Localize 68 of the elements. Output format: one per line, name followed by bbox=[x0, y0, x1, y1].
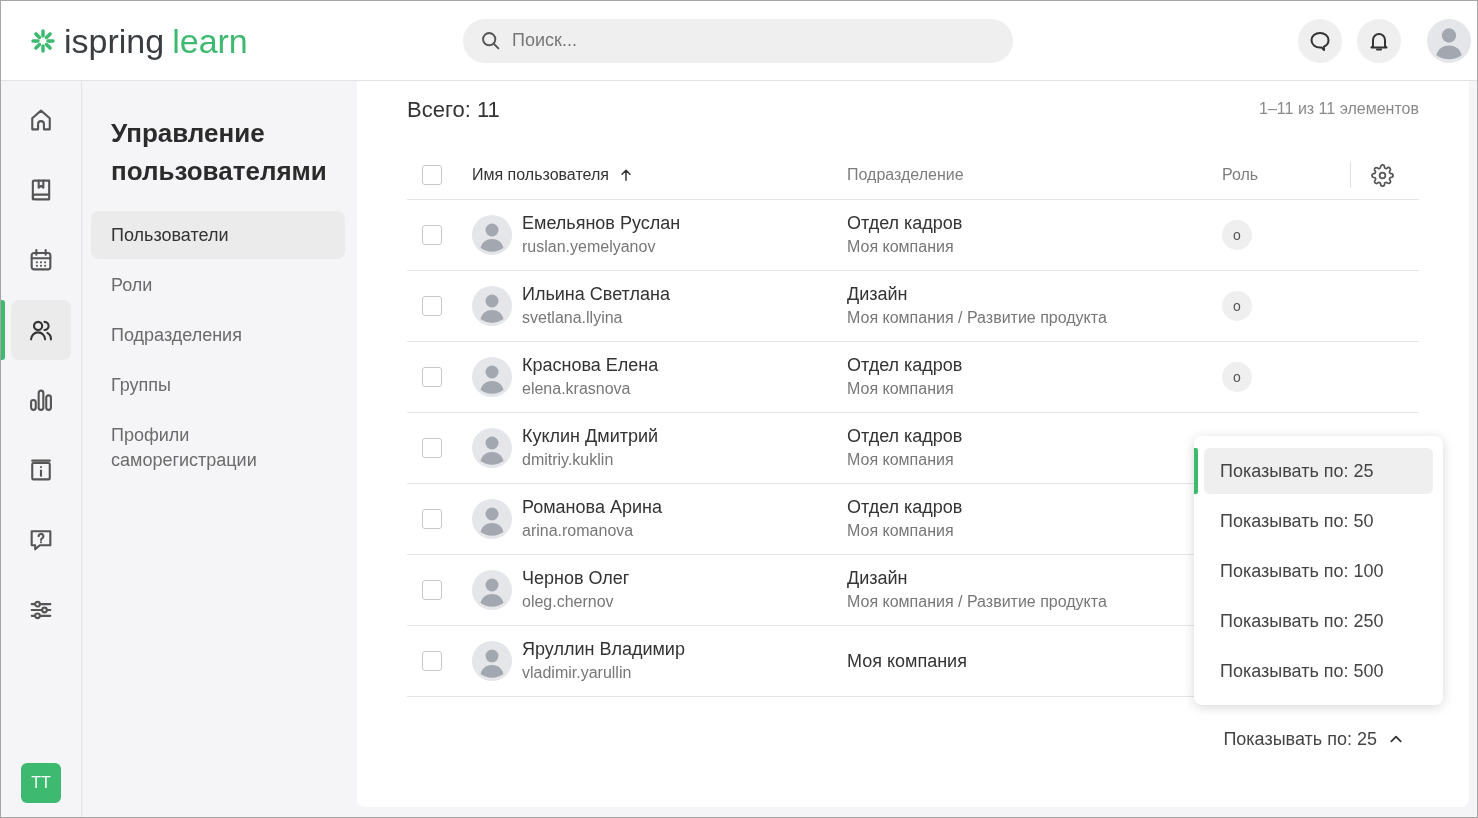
sidebar-item[interactable]: Группы bbox=[91, 361, 345, 409]
department-name: Отдел кадров bbox=[847, 354, 964, 377]
sidebar-item[interactable]: Подразделения bbox=[91, 311, 345, 359]
role-badge: о bbox=[1222, 220, 1252, 250]
department-path: Моя компания / Развитие продукта bbox=[847, 592, 1108, 612]
user-login: vladimir.yarullin bbox=[522, 663, 633, 683]
logo-product: learn bbox=[172, 23, 248, 58]
search-icon bbox=[480, 30, 501, 51]
settings-icon bbox=[1370, 163, 1394, 187]
page-size-option[interactable]: Показывать по: 25 bbox=[1204, 448, 1433, 494]
user-login: svetlana.llyina bbox=[522, 308, 624, 328]
department-name: Отдел кадров bbox=[847, 212, 964, 235]
department-path: Моя компания / Развитие продукта bbox=[847, 308, 1108, 328]
department-name: Отдел кадров bbox=[847, 425, 964, 448]
role-badge: о bbox=[1222, 291, 1252, 321]
avatar-icon bbox=[472, 499, 512, 539]
avatar-icon bbox=[472, 428, 512, 468]
users-button[interactable] bbox=[11, 300, 71, 360]
logo-brand: ispring bbox=[64, 23, 165, 58]
column-header[interactable]: Роль bbox=[1222, 163, 1259, 187]
row-checkbox[interactable] bbox=[422, 509, 442, 529]
sidebar-item[interactable]: Роли bbox=[91, 261, 345, 309]
column-header[interactable]: Имя пользователя bbox=[472, 163, 609, 187]
department-path: Моя компания bbox=[847, 521, 955, 541]
role-badge: о bbox=[1222, 362, 1252, 392]
total-count: Всего: 11 bbox=[407, 95, 500, 124]
chat-button[interactable] bbox=[1298, 18, 1342, 63]
user-login: ruslan.yemelyanov bbox=[522, 237, 657, 257]
department-path: Моя компания bbox=[847, 450, 955, 470]
user-login: elena.krasnova bbox=[522, 379, 632, 399]
user-name[interactable]: Чернов Олег bbox=[522, 566, 630, 590]
select-all-checkbox[interactable] bbox=[422, 165, 442, 185]
row-checkbox[interactable] bbox=[422, 296, 442, 316]
avatar-icon bbox=[472, 570, 512, 610]
column-header[interactable]: Подразделение bbox=[847, 163, 964, 187]
row-checkbox[interactable] bbox=[422, 651, 442, 671]
avatar-icon bbox=[472, 215, 512, 255]
row-checkbox[interactable] bbox=[422, 580, 442, 600]
department-path: Моя компания bbox=[847, 379, 955, 399]
notifications-button[interactable] bbox=[1357, 18, 1401, 63]
user-name[interactable]: Емельянов Руслан bbox=[522, 211, 681, 235]
user-name[interactable]: Яруллин Владимир bbox=[522, 637, 685, 661]
user-name[interactable]: Краснова Елена bbox=[522, 353, 659, 377]
user-name[interactable]: Ильина Светлана bbox=[522, 282, 670, 306]
user-login: arina.romanova bbox=[522, 521, 635, 541]
department-path: Моя компания bbox=[847, 237, 955, 257]
user-login: oleg.chernov bbox=[522, 592, 615, 612]
user-name[interactable]: Романова Арина bbox=[522, 495, 662, 519]
department-name: Дизайн bbox=[847, 283, 909, 306]
range-label: 1–11 из 11 элементов bbox=[1259, 99, 1419, 119]
row-checkbox[interactable] bbox=[422, 225, 442, 245]
search-field[interactable]: Поиск... bbox=[463, 18, 1013, 63]
department-name: Моя компания bbox=[847, 650, 968, 673]
logo-sparkle-icon bbox=[30, 27, 56, 54]
user-login: dmitriy.kuklin bbox=[522, 450, 615, 470]
user-name[interactable]: Куклин Дмитрий bbox=[522, 424, 659, 448]
avatar-icon bbox=[472, 286, 512, 326]
sidebar-item[interactable]: Пользователи bbox=[91, 211, 345, 259]
sidebar-title: Управление пользователями bbox=[110, 117, 328, 188]
avatar-icon bbox=[472, 357, 512, 397]
column-settings-button[interactable] bbox=[1370, 163, 1394, 187]
department-name: Дизайн bbox=[847, 567, 909, 590]
avatar-icon bbox=[472, 641, 512, 681]
sidebar-item[interactable]: Профили саморегистрации bbox=[91, 411, 345, 484]
row-checkbox[interactable] bbox=[422, 438, 442, 458]
department-name: Отдел кадров bbox=[847, 496, 964, 519]
page-size-button[interactable]: Показывать по: 25 bbox=[1223, 722, 1403, 756]
row-checkbox[interactable] bbox=[422, 367, 442, 387]
